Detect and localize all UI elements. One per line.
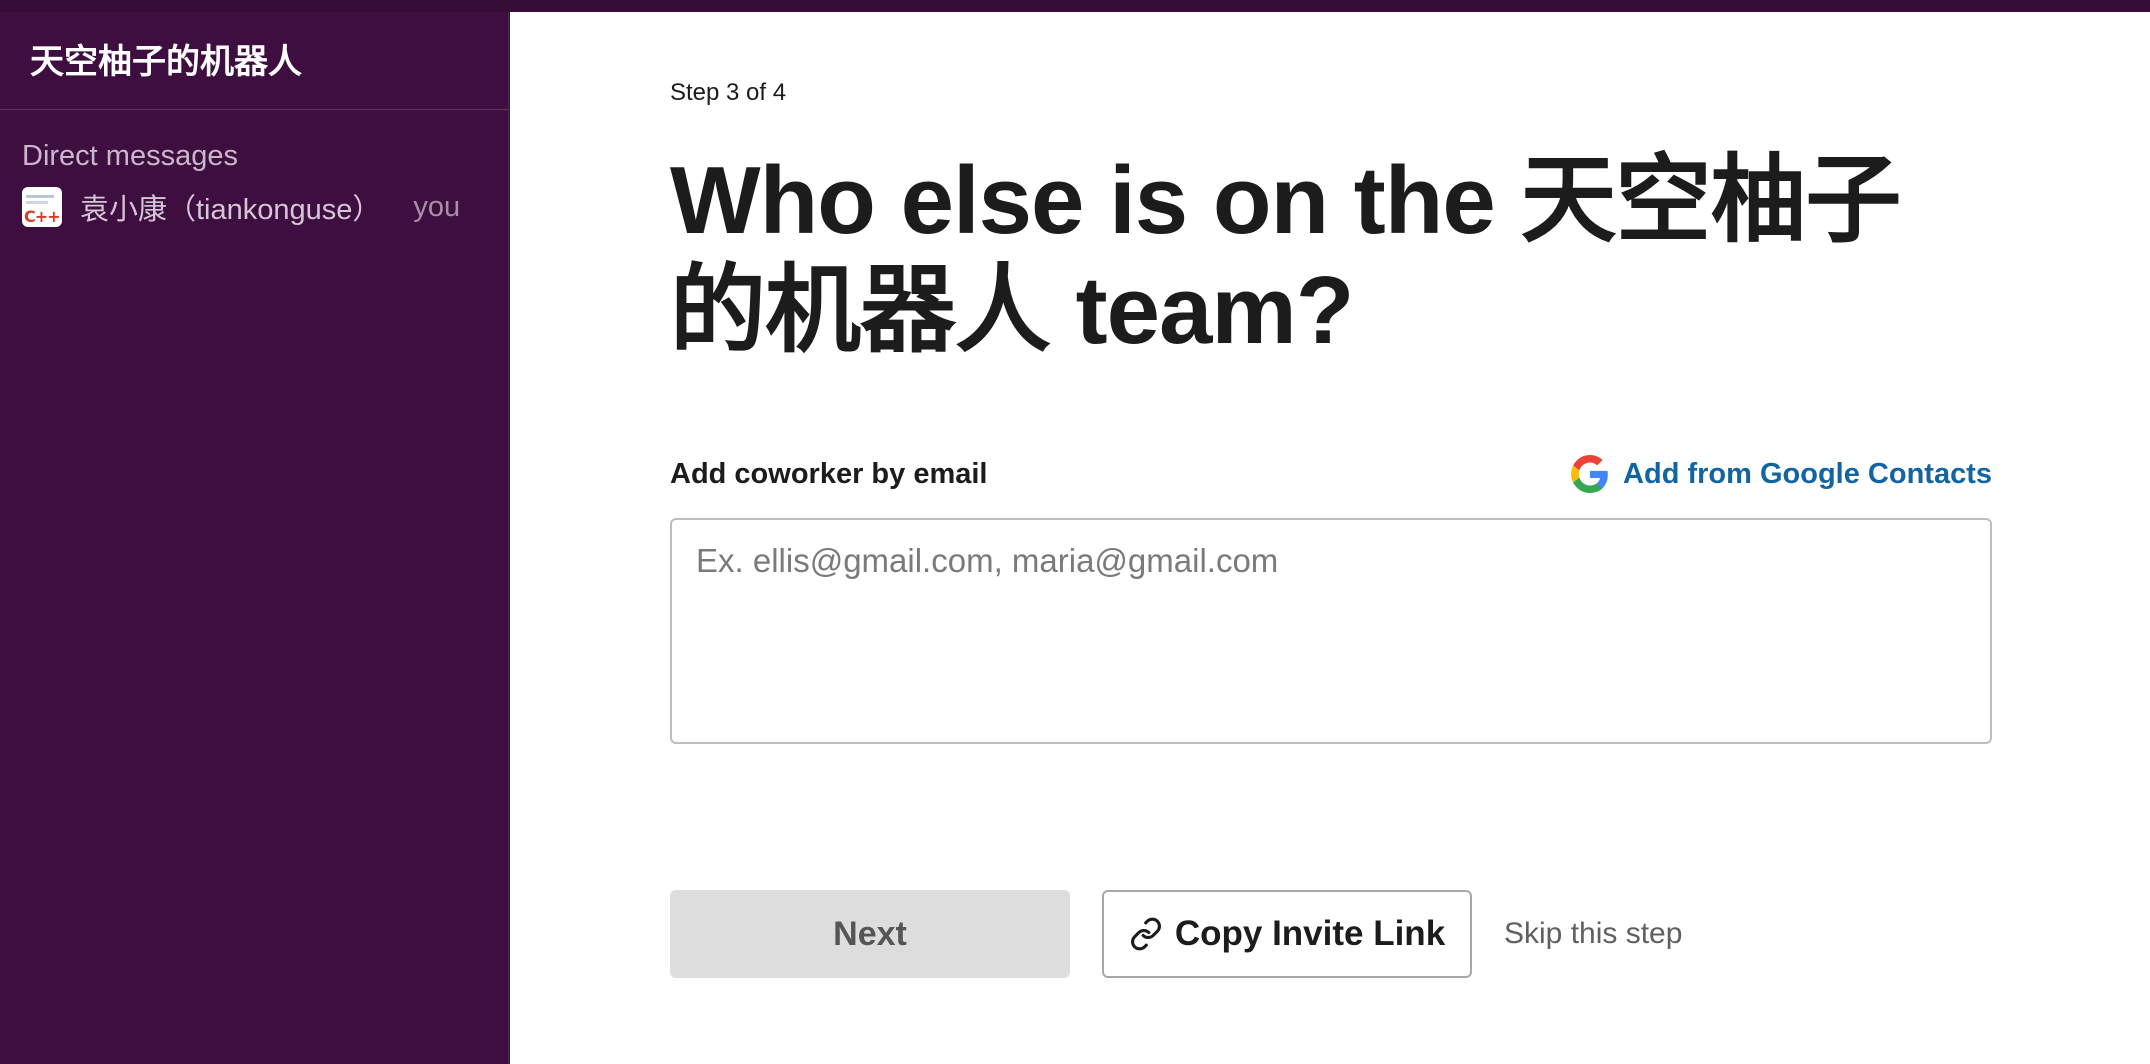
- google-contacts-label: Add from Google Contacts: [1623, 457, 1992, 490]
- email-row: Add coworker by email Add from Google Co…: [670, 452, 1992, 496]
- dm-you-label: you: [413, 190, 461, 223]
- next-button[interactable]: Next: [670, 890, 1070, 978]
- main-panel: Step 3 of 4 Who else is on the 天空柚子的机器人 …: [510, 12, 2150, 1064]
- workspace-name[interactable]: 天空柚子的机器人: [30, 42, 508, 82]
- dm-user-name: 袁小康（tiankonguse）: [80, 194, 382, 226]
- direct-messages-heading[interactable]: Direct messages: [22, 138, 508, 174]
- google-g-icon: [1571, 455, 1608, 493]
- sidebar: 天空柚子的机器人 Direct messages C++ 袁小康（tiankon…: [0, 12, 509, 1064]
- page-title: Who else is on the 天空柚子的机器人 team?: [670, 147, 1901, 364]
- workspace-header[interactable]: 天空柚子的机器人: [0, 12, 508, 110]
- actions-row: Next Copy Invite Link Skip this step: [670, 890, 1992, 978]
- dm-item-self[interactable]: C++ 袁小康（tiankonguse） you: [22, 186, 508, 228]
- copy-invite-link-button[interactable]: Copy Invite Link: [1102, 890, 1472, 978]
- top-bar: [0, 0, 2150, 12]
- link-icon: [1130, 917, 1161, 951]
- avatar: C++: [22, 187, 62, 227]
- add-from-google-contacts-link[interactable]: Add from Google Contacts: [1571, 455, 1992, 493]
- email-input[interactable]: [670, 518, 1992, 744]
- skip-step-link[interactable]: Skip this step: [1504, 917, 1682, 951]
- email-label: Add coworker by email: [670, 457, 988, 490]
- invite-form: Step 3 of 4 Who else is on the 天空柚子的机器人 …: [670, 78, 1992, 978]
- step-indicator: Step 3 of 4: [670, 79, 787, 106]
- copy-invite-link-label: Copy Invite Link: [1174, 914, 1446, 953]
